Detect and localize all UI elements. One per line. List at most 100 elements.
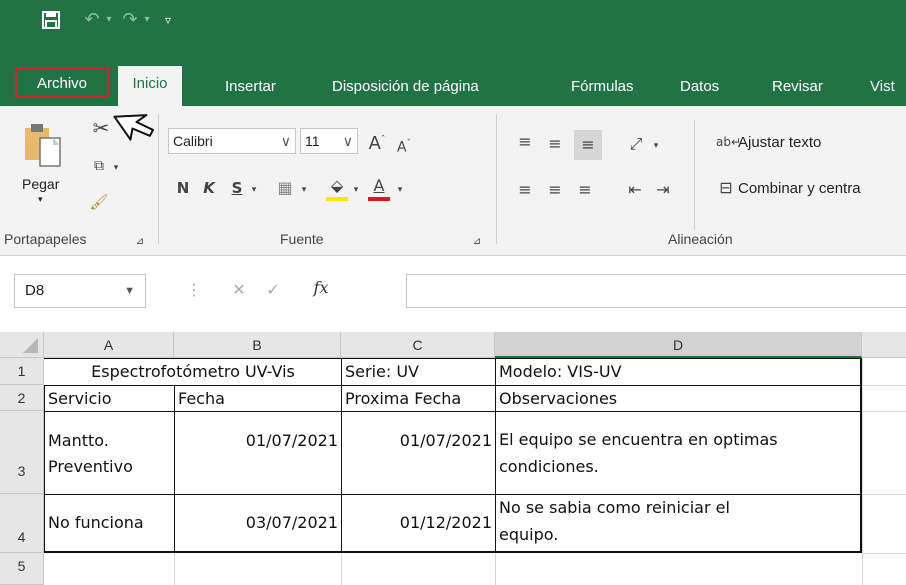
cell-c1[interactable]: Serie: UV bbox=[342, 359, 495, 385]
group-label-clipboard: Portapapeles bbox=[4, 231, 87, 247]
undo-dropdown-icon[interactable]: ▾ bbox=[103, 8, 115, 32]
orientation-icon[interactable]: ⤢ bbox=[624, 134, 648, 154]
gridline bbox=[862, 411, 906, 412]
cell-a4[interactable]: No funciona bbox=[45, 495, 174, 551]
font-color-button[interactable]: A bbox=[366, 176, 392, 202]
insert-function-button[interactable]: fx bbox=[304, 278, 338, 298]
gridline bbox=[495, 553, 496, 585]
ribbon-tabs: Archivo Inicio Insertar Disposición de p… bbox=[0, 40, 906, 106]
cell-c3[interactable]: 01/07/2021 bbox=[342, 412, 495, 494]
cell-c4[interactable]: 01/12/2021 bbox=[342, 495, 495, 551]
row-header-2[interactable]: 2 bbox=[0, 385, 44, 411]
clipboard-launcher-icon[interactable]: ⊿ bbox=[133, 232, 147, 252]
cell-d4-line1: No se sabia como reiniciar el bbox=[499, 498, 730, 517]
enter-icon[interactable]: ✓ bbox=[262, 280, 284, 300]
tab-vista[interactable]: Vist bbox=[870, 72, 895, 104]
cell-a2[interactable]: Servicio bbox=[45, 386, 174, 411]
wrap-text-label: Ajustar texto bbox=[738, 134, 822, 151]
align-bottom-icon[interactable]: ≡ bbox=[574, 130, 602, 160]
copy-icon[interactable]: ⧉ bbox=[88, 156, 110, 176]
underline-button[interactable]: S bbox=[226, 178, 248, 198]
column-header-c[interactable]: C bbox=[341, 332, 495, 358]
formula-bar: D8 ▼ ⋮ ✕ ✓ fx bbox=[0, 256, 906, 332]
borders-dropdown-icon[interactable]: ▾ bbox=[298, 180, 310, 200]
increase-indent-icon[interactable]: ⇥ bbox=[652, 180, 674, 200]
row-header-3[interactable]: 3 bbox=[0, 411, 44, 494]
font-size-dropdown[interactable]: 11 ∨ bbox=[300, 128, 358, 154]
customize-qat-icon[interactable]: ▿ bbox=[160, 8, 176, 32]
chevron-down-icon: ∨ bbox=[342, 133, 353, 149]
group-label-font: Fuente bbox=[280, 231, 324, 247]
separator bbox=[496, 114, 497, 244]
tab-disposicion-pagina[interactable]: Disposición de página bbox=[332, 72, 479, 104]
column-header-b[interactable]: B bbox=[174, 332, 341, 358]
font-color-dropdown-icon[interactable]: ▾ bbox=[394, 180, 406, 200]
align-left-icon[interactable]: ≡ bbox=[514, 180, 536, 200]
cell-d1[interactable]: Modelo: VIS-UV bbox=[496, 359, 860, 385]
underline-dropdown-icon[interactable]: ▾ bbox=[248, 180, 260, 200]
save-icon[interactable] bbox=[38, 8, 64, 32]
font-name-value: Calibri bbox=[173, 133, 213, 149]
tab-datos[interactable]: Datos bbox=[680, 72, 719, 104]
font-launcher-icon[interactable]: ⊿ bbox=[470, 232, 484, 252]
borders-icon[interactable]: ▦ bbox=[274, 178, 296, 198]
cell-b3[interactable]: 01/07/2021 bbox=[175, 412, 341, 494]
cell-d3-line2: condiciones. bbox=[499, 457, 599, 476]
format-painter-icon[interactable]: 🖌 bbox=[88, 192, 110, 212]
redo-icon[interactable]: ↷ bbox=[120, 8, 140, 32]
name-box-value: D8 bbox=[25, 282, 45, 299]
wrap-text-button[interactable]: ab↵ Ajustar texto bbox=[716, 132, 876, 156]
cell-d2[interactable]: Observaciones bbox=[496, 386, 860, 411]
cell-border bbox=[44, 551, 862, 553]
gridline bbox=[341, 553, 342, 585]
orientation-dropdown-icon[interactable]: ▾ bbox=[650, 136, 662, 156]
cell-d4-line2: equipo. bbox=[499, 525, 559, 544]
formula-input[interactable] bbox=[406, 274, 906, 308]
paste-icon bbox=[25, 124, 61, 167]
decrease-indent-icon[interactable]: ⇤ bbox=[624, 180, 646, 200]
undo-icon[interactable]: ↶ bbox=[82, 8, 102, 32]
select-all-button[interactable] bbox=[0, 332, 44, 358]
gridline bbox=[862, 385, 906, 386]
tab-revisar[interactable]: Revisar bbox=[772, 72, 823, 104]
tab-insertar[interactable]: Insertar bbox=[225, 72, 276, 104]
column-header-d[interactable]: D bbox=[495, 332, 862, 358]
cell-b4[interactable]: 03/07/2021 bbox=[175, 495, 341, 551]
cell-a3[interactable]: Mantto. Preventivo bbox=[45, 412, 174, 494]
fill-color-button[interactable]: ⬙ bbox=[324, 176, 350, 202]
spreadsheet-grid: A B C D 1 2 3 4 5 Espectrofotómetro UV-V… bbox=[0, 332, 906, 585]
bold-button[interactable]: N bbox=[172, 178, 194, 198]
row-header-5[interactable]: 5 bbox=[0, 553, 44, 585]
redo-dropdown-icon[interactable]: ▾ bbox=[141, 8, 153, 32]
copy-dropdown-icon[interactable]: ▾ bbox=[110, 158, 122, 178]
fill-color-swatch bbox=[326, 197, 348, 201]
align-top-icon[interactable]: ≡ bbox=[514, 132, 536, 152]
font-size-value: 11 bbox=[305, 133, 320, 149]
cell-a1-merged[interactable]: Espectrofotómetro UV-Vis bbox=[45, 359, 341, 385]
fill-dropdown-icon[interactable]: ▾ bbox=[350, 180, 362, 200]
tab-formulas[interactable]: Fórmulas bbox=[571, 72, 634, 104]
paint-bucket-icon: ⬙ bbox=[330, 176, 344, 195]
merge-center-button[interactable]: ⊟ Combinar y centra bbox=[716, 178, 906, 202]
gridline bbox=[174, 553, 175, 585]
cell-c2[interactable]: Proxima Fecha bbox=[342, 386, 495, 411]
shrink-font-icon[interactable]: Aˇ bbox=[392, 134, 416, 158]
column-header-a[interactable]: A bbox=[44, 332, 174, 358]
grow-font-icon[interactable]: Aˆ bbox=[364, 130, 390, 154]
cell-d4[interactable]: No se sabia como reiniciar el equipo. bbox=[496, 495, 860, 551]
paste-button[interactable]: Pegar ▾ bbox=[20, 116, 68, 208]
cell-b2[interactable]: Fecha bbox=[175, 386, 341, 411]
font-name-dropdown[interactable]: Calibri ∨ bbox=[168, 128, 296, 154]
quick-access-toolbar: ↶ ▾ ↷ ▾ ▿ bbox=[0, 0, 906, 40]
tab-archivo[interactable]: Archivo bbox=[15, 67, 109, 98]
cancel-icon[interactable]: ✕ bbox=[228, 280, 250, 300]
row-header-1[interactable]: 1 bbox=[0, 358, 44, 385]
row-header-4[interactable]: 4 bbox=[0, 494, 44, 553]
italic-button[interactable]: K bbox=[198, 178, 220, 198]
column-header-e[interactable] bbox=[862, 332, 906, 358]
align-right-icon[interactable]: ≡ bbox=[574, 180, 596, 200]
align-center-icon[interactable]: ≡ bbox=[544, 180, 566, 200]
cell-d3[interactable]: El equipo se encuentra en optimas condic… bbox=[496, 412, 860, 494]
name-box[interactable]: D8 ▼ bbox=[14, 274, 146, 308]
align-middle-icon[interactable]: ≡ bbox=[544, 134, 566, 154]
